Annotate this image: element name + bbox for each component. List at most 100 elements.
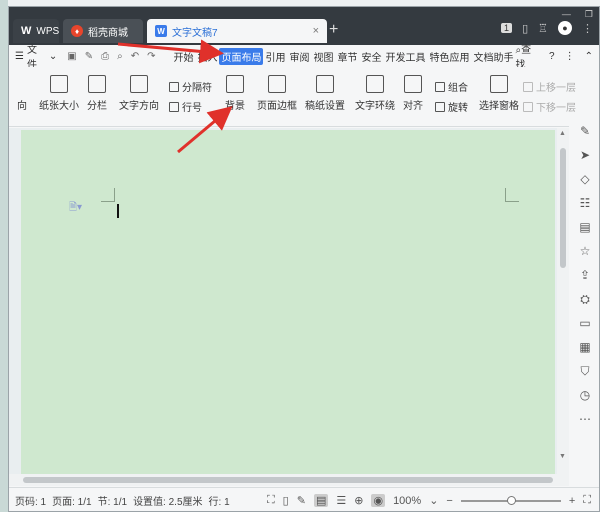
line-number-button[interactable]: 行号 [169, 99, 202, 114]
history-icon[interactable]: ◷ [578, 388, 592, 402]
status-pages[interactable]: 页面: 1/1 [52, 493, 91, 508]
eye-protection-icon[interactable]: ◉ [371, 494, 386, 507]
reading-mode-icon[interactable]: ▯ [283, 494, 289, 507]
rotate-button[interactable]: 旋转 [435, 99, 468, 114]
undo-icon[interactable]: ↶ [131, 51, 139, 62]
tab-daoke-store[interactable]: ♦ 稻壳商城 [63, 19, 143, 43]
avatar[interactable]: ● [558, 21, 572, 35]
tab-view[interactable]: 视图 [311, 48, 335, 65]
tab-doc-assistant[interactable]: 文档助手 [471, 48, 515, 65]
tab-document[interactable]: W 文字文稿7 × [147, 19, 327, 43]
page-view-icon[interactable]: ▤ [313, 494, 329, 507]
selection-pane-button[interactable]: 选择窗格 [479, 75, 519, 112]
separator-button[interactable]: 分隔符 [169, 79, 212, 94]
text-wrap-button[interactable]: 文字环绕 [355, 75, 395, 112]
more-icon[interactable]: ⋯ [578, 412, 592, 426]
vertical-scroll-thumb[interactable] [560, 148, 566, 268]
horizontal-scrollbar[interactable] [9, 474, 569, 486]
tab-security[interactable]: 安全 [359, 48, 383, 65]
web-view-icon[interactable]: ⊕ [354, 494, 363, 507]
fullscreen-icon[interactable]: ⛶ [267, 494, 275, 507]
shapes-icon[interactable]: ◇ [578, 172, 592, 186]
align-icon [404, 75, 422, 93]
star-icon[interactable]: ☆ [578, 244, 592, 258]
tab-insert[interactable]: 插入 [195, 48, 219, 65]
manuscript-button[interactable]: 稿纸设置 [305, 75, 345, 112]
new-tab-button[interactable]: + [329, 21, 338, 39]
zoom-value[interactable]: 100% [393, 495, 421, 507]
shirt-icon[interactable]: ♖ [538, 22, 548, 35]
pen-icon[interactable]: ✎ [578, 124, 592, 138]
background-icon [226, 75, 244, 93]
save-icon[interactable]: ▣ [67, 51, 76, 62]
group-button[interactable]: 组合 [435, 79, 468, 94]
print-icon[interactable]: ⎙ [101, 51, 109, 62]
document-canvas: 🗎▾ [9, 128, 557, 474]
outline-view-icon[interactable]: ☰ [336, 494, 346, 507]
paper-size-button[interactable]: 纸张大小 [39, 75, 79, 112]
print-preview-icon[interactable]: ⌕ [117, 51, 123, 62]
text-direction-button[interactable]: 文字方向 [119, 75, 159, 112]
picture-icon[interactable]: ▦ [578, 340, 592, 354]
background-button[interactable]: 背景 [225, 75, 245, 112]
window-count-badge[interactable]: 1 [501, 23, 513, 33]
tab-label: 稻壳商城 [88, 27, 128, 39]
vertical-scrollbar[interactable]: ▲ ▼ [557, 128, 569, 474]
align-button[interactable]: 对齐 [403, 75, 423, 112]
group-icon [435, 81, 445, 92]
collapse-ribbon-icon[interactable]: ⌃ [585, 51, 593, 62]
chevron-down-icon: ⌄ [48, 50, 58, 62]
tab-page-layout[interactable]: 页面布局 [219, 47, 264, 65]
more-icon[interactable]: ⋮ [565, 51, 575, 62]
right-side-panel: ✎ ➤ ◇ ☷ ▤ ☆ ⇪ ⛭ ▭ ▦ ⛉ ◷ ⋯ [569, 116, 599, 486]
zoom-out-icon[interactable]: − [446, 495, 452, 507]
status-bar: 页码: 1 页面: 1/1 节: 1/1 设置值: 2.5厘米 行: 1 ⛶ ▯… [9, 487, 599, 511]
edit-mode-icon[interactable]: ✎ [297, 494, 306, 507]
tab-references[interactable]: 引用 [263, 48, 287, 65]
scroll-down-icon[interactable]: ▼ [559, 453, 566, 460]
tab-start[interactable]: 开始 [171, 48, 195, 65]
archive-icon[interactable]: ▭ [578, 316, 592, 330]
status-section[interactable]: 节: 1/1 [98, 493, 127, 508]
fit-window-icon[interactable]: ⛶ [583, 494, 591, 507]
cursor-select-icon[interactable]: ➤ [578, 148, 592, 162]
tablet-icon[interactable]: ▯ [522, 22, 528, 35]
tab-special-apps[interactable]: 特色应用 [427, 48, 471, 65]
zoom-in-icon[interactable]: + [569, 495, 575, 507]
document-page[interactable]: 🗎▾ [21, 130, 555, 474]
zoom-slider[interactable] [460, 495, 561, 505]
send-backward-button[interactable]: 下移一层 [523, 99, 576, 114]
separator-label: 分隔符 [182, 83, 212, 94]
bring-forward-button[interactable]: 上移一层 [523, 79, 576, 94]
tab-review[interactable]: 审阅 [287, 48, 311, 65]
minimize-icon[interactable]: — [562, 9, 571, 20]
status-setting-value[interactable]: 设置值: 2.5厘米 [133, 493, 202, 508]
settings-sliders-icon[interactable]: ☷ [578, 196, 592, 210]
share-icon[interactable]: ⇪ [578, 268, 592, 282]
orientation-button[interactable]: 向 [13, 75, 31, 112]
tab-developer[interactable]: 开发工具 [383, 48, 427, 65]
title-bar: — ❐ W WPS ♦ 稻壳商城 W 文字文稿7 × + 1 ▯ ♖ ● ⋮ [9, 7, 599, 45]
maximize-icon[interactable]: ❐ [585, 9, 593, 20]
more-icon[interactable]: ⋮ [582, 22, 593, 35]
tab-chapter[interactable]: 章节 [335, 48, 359, 65]
shield-icon[interactable]: ⛉ [578, 364, 592, 378]
status-row[interactable]: 行: 1 [209, 493, 230, 508]
status-page-number[interactable]: 页码: 1 [15, 493, 46, 508]
paragraph-layout-icon[interactable]: 🗎▾ [69, 200, 82, 217]
zoom-slider-knob[interactable] [506, 495, 516, 505]
columns-button[interactable]: 分栏 [87, 75, 107, 112]
format-painter-icon[interactable]: ✎ [85, 51, 93, 62]
image-gallery-icon[interactable]: ▤ [578, 220, 592, 234]
scroll-up-icon[interactable]: ▲ [559, 130, 566, 137]
tab-wps-home[interactable]: W WPS [13, 19, 59, 43]
close-tab-icon[interactable]: × [313, 25, 319, 37]
tab-label: WPS [36, 25, 60, 37]
line-number-icon [169, 101, 179, 112]
horizontal-scroll-thumb[interactable] [23, 477, 553, 483]
page-border-button[interactable]: 页面边框 [257, 75, 297, 112]
chevron-down-icon[interactable]: ⌄ [429, 494, 438, 507]
translate-icon[interactable]: ⛭ [578, 292, 592, 306]
help-button[interactable]: ? [549, 51, 555, 62]
redo-icon[interactable]: ↷ [147, 51, 155, 62]
